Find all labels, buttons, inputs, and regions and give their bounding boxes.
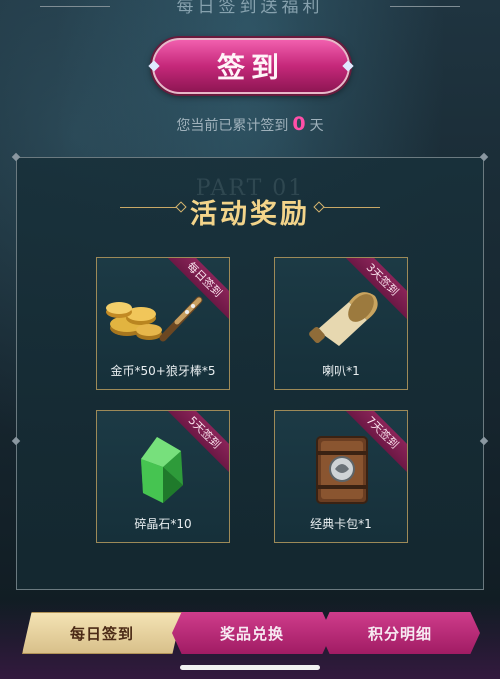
reward-label: 金币*50+狼牙棒*5 <box>110 364 216 378</box>
corner-ornament <box>11 436 21 446</box>
signin-count-line: 您当前已累计签到 0 天 <box>0 113 500 135</box>
reward-label: 经典卡包*1 <box>310 517 372 531</box>
banner-ornament-right <box>390 6 460 7</box>
reward-card-3day[interactable]: 3天签到 喇叭*1 <box>274 257 408 390</box>
reward-label: 喇叭*1 <box>322 364 360 378</box>
corner-ornament <box>479 436 489 446</box>
sparkle-icon <box>342 60 354 72</box>
count-suffix: 天 <box>309 118 324 134</box>
corner-ornament <box>11 152 21 162</box>
rewards-panel: PART 01 活动奖励 每日签到 金币*50+狼牙棒*5 3天签到 喇叭*1 … <box>11 152 489 590</box>
signin-button[interactable]: 签到 <box>148 38 354 94</box>
signin-button-label: 签到 <box>216 51 285 84</box>
section-title: 活动奖励 <box>190 199 310 230</box>
title-ornament-right <box>324 207 380 208</box>
banner-title: 每日签到送福利 <box>176 0 324 17</box>
sparkle-icon <box>148 60 160 72</box>
count-prefix: 您当前已累计签到 <box>176 118 289 134</box>
reward-card-7day[interactable]: 7天签到 经典卡包*1 <box>274 410 408 543</box>
corner-ornament <box>479 152 489 162</box>
count-value: 0 <box>292 113 306 135</box>
home-indicator[interactable] <box>180 665 320 670</box>
reward-card-5day[interactable]: 5天签到 碎晶石*10 <box>96 410 230 543</box>
top-banner: 每日签到送福利 <box>0 0 500 24</box>
tab-points-details[interactable]: 积分明细 <box>320 612 480 654</box>
tab-daily-signin[interactable]: 每日签到 <box>22 612 182 654</box>
reward-label: 碎晶石*10 <box>134 517 192 531</box>
reward-card-daily[interactable]: 每日签到 金币*50+狼牙棒*5 <box>96 257 230 390</box>
tab-prize-exchange[interactable]: 奖品兑换 <box>172 612 332 654</box>
